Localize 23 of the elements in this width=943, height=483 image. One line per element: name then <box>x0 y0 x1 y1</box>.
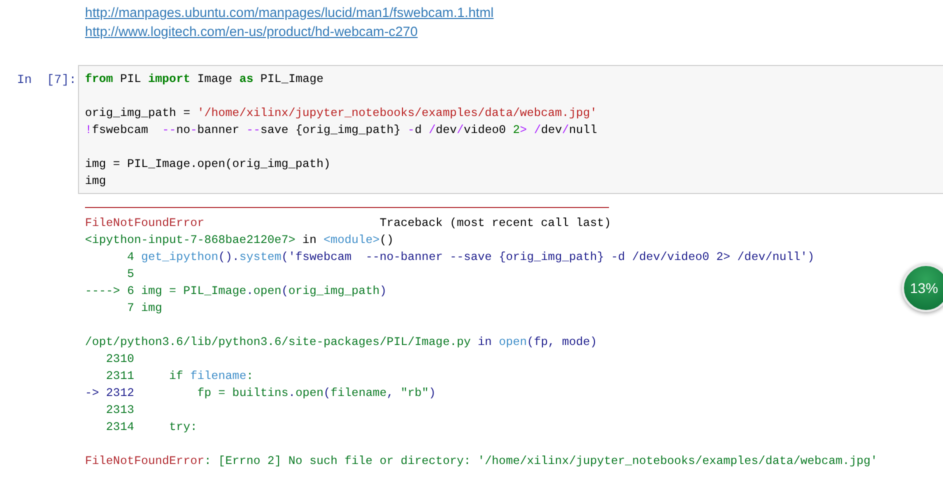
traceback-line: 4 get_ipython().system('fswebcam --no-banner --save {orig_img_path} -d /dev/video0 2> /dev/null') <box>126 249 814 266</box>
traceback-line: 2310 <box>105 351 134 368</box>
link[interactable]: http://manpages.ubuntu.com/manpages/lucid/man1/fswebcam.1.html <box>85 5 494 20</box>
traceback-line: 7 img <box>126 300 162 317</box>
traceback-line: ----> 6 img = PIL_Image.open(orig_img_path) <box>85 283 387 300</box>
traceback-line: 5 <box>126 266 134 283</box>
code-line: from PIL import Image as PIL_Image <box>85 71 324 88</box>
code-cell-input[interactable] <box>78 65 943 194</box>
traceback-line: FileNotFoundError Traceback (most recent call last) <box>85 215 612 232</box>
code-line: !fswebcam --no-banner --save {orig_img_path} -d /dev/video0 2> /dev/null <box>85 122 598 139</box>
traceback-line: /opt/python3.6/lib/python3.6/site-packages/PIL/Image.py in open(fp, mode) <box>85 334 598 351</box>
traceback-line: <ipython-input-7-868bae2120e7> in <module>() <box>85 232 394 249</box>
traceback-line: 2311 if filename: <box>105 368 254 385</box>
traceback-line: 2314 try: <box>105 419 198 436</box>
traceback-line: 2313 <box>105 402 134 419</box>
progress-badge: 13% <box>902 264 943 312</box>
code-line: img <box>85 173 106 190</box>
cell-prompt: In [7]: <box>16 72 78 89</box>
traceback-line: FileNotFoundError: [Errno 2] No such file or directory: '/home/xilinx/jupyter_notebooks/examples/data/webcam.jpg' <box>85 453 878 470</box>
link[interactable]: http://www.logitech.com/en-us/product/hd-webcam-c270 <box>85 24 418 38</box>
code-line: orig_img_path = '/home/xilinx/jupyter_notebooks/examples/data/webcam.jpg' <box>85 105 597 122</box>
code-line: img = PIL_Image.open(orig_img_path) <box>85 156 330 173</box>
traceback-line: -> 2312 fp = builtins.open(filename, "rb") <box>85 385 436 402</box>
